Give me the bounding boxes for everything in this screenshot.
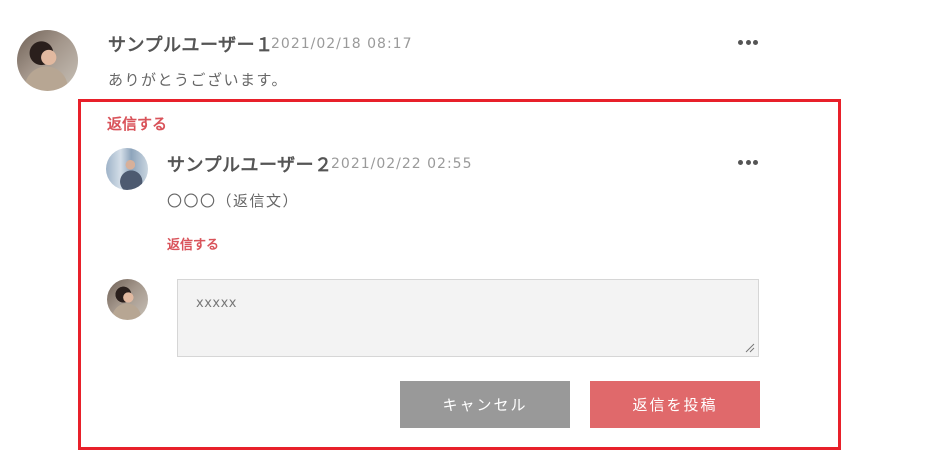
reply-timestamp: 2021/02/22 02:55 bbox=[331, 156, 473, 172]
reply-more-options-icon[interactable] bbox=[738, 157, 758, 167]
user-avatar bbox=[17, 30, 78, 91]
comment-timestamp: 2021/02/18 08:17 bbox=[271, 36, 413, 52]
resize-handle-icon[interactable] bbox=[745, 343, 755, 353]
reply-to-reply-link[interactable]: 返信する bbox=[167, 234, 219, 253]
reply-link[interactable]: 返信する bbox=[107, 113, 167, 134]
reply-user-avatar bbox=[106, 148, 148, 190]
current-user-avatar bbox=[107, 279, 148, 320]
submit-reply-button[interactable]: 返信を投稿 bbox=[590, 381, 760, 428]
comment-username: サンプルユーザー１ bbox=[108, 35, 274, 56]
reply-username: サンプルユーザー２ bbox=[167, 155, 333, 176]
comment-body: ありがとうございます。 bbox=[108, 71, 289, 89]
cancel-button[interactable]: キャンセル bbox=[400, 381, 570, 428]
reply-body: 〇〇〇（返信文） bbox=[167, 192, 300, 210]
reply-textarea[interactable]: xxxxx bbox=[177, 279, 759, 357]
more-options-icon[interactable] bbox=[738, 37, 758, 47]
